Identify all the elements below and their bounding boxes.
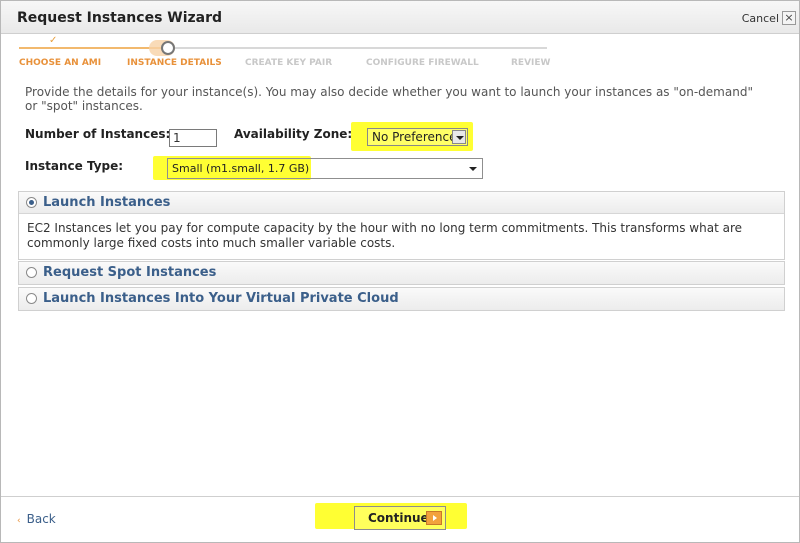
continue-label: Continue — [368, 511, 429, 525]
radio-launch-instances[interactable] — [26, 197, 37, 208]
instance-type-select[interactable]: Small (m1.small, 1.7 GB) — [167, 158, 483, 179]
instance-type-label: Instance Type: — [25, 159, 124, 173]
option-launch-into-vpc: Launch Instances Into Your Virtual Priva… — [18, 287, 785, 311]
option-header[interactable]: Launch Instances — [19, 192, 784, 214]
step-choose-ami: CHOOSE AN AMI — [19, 58, 102, 68]
dialog-title: Request Instances Wizard — [17, 10, 223, 26]
back-label: Back — [26, 512, 56, 526]
radio-request-spot-instances[interactable] — [26, 267, 37, 278]
step-review: REVIEW — [511, 58, 551, 68]
option-title: Request Spot Instances — [43, 265, 217, 280]
instance-type-value: Small (m1.small, 1.7 GB) — [172, 162, 310, 175]
step-complete-check-icon: ✓ — [49, 35, 58, 46]
option-title: Launch Instances Into Your Virtual Priva… — [43, 291, 399, 306]
step-create-key-pair: CREATE KEY PAIR — [245, 58, 333, 68]
title-bar: Request Instances Wizard Cancel × — [1, 1, 799, 34]
chevron-left-icon: ‹ — [17, 516, 21, 526]
availability-zone-select[interactable]: No Preference — [367, 128, 468, 146]
radio-launch-into-vpc[interactable] — [26, 293, 37, 304]
intro-text: Provide the details for your instance(s)… — [25, 85, 753, 113]
steps-progress-done — [19, 47, 169, 49]
chevron-down-icon[interactable] — [452, 130, 466, 144]
continue-button[interactable]: Continue — [354, 506, 446, 530]
steps-progress-remaining — [175, 47, 547, 49]
close-icon[interactable]: × — [782, 11, 796, 25]
chevron-down-icon[interactable] — [469, 167, 477, 171]
option-header[interactable]: Launch Instances Into Your Virtual Priva… — [19, 288, 784, 310]
cancel-link[interactable]: Cancel — [742, 12, 779, 25]
option-launch-instances: Launch Instances EC2 Instances let you p… — [18, 191, 785, 260]
option-header[interactable]: Request Spot Instances — [19, 262, 784, 284]
num-instances-label: Number of Instances: — [25, 127, 171, 141]
footer-divider — [1, 496, 799, 497]
back-link[interactable]: ‹ Back — [17, 512, 56, 526]
option-title: Launch Instances — [43, 195, 171, 210]
option-description: EC2 Instances let you pay for compute ca… — [19, 214, 784, 259]
step-instance-details: INSTANCE DETAILS — [127, 58, 222, 68]
num-instances-input[interactable]: 1 — [169, 129, 217, 147]
availability-zone-label: Availability Zone: — [234, 127, 353, 141]
option-request-spot-instances: Request Spot Instances — [18, 261, 785, 285]
wizard-dialog: Request Instances Wizard Cancel × ✓ CHOO… — [0, 0, 800, 543]
arrow-right-icon — [426, 511, 442, 525]
step-configure-firewall: CONFIGURE FIREWALL — [366, 58, 479, 68]
current-step-marker — [161, 41, 175, 55]
availability-zone-value: No Preference — [372, 130, 457, 144]
wizard-steps: ✓ CHOOSE AN AMI INSTANCE DETAILS CREATE … — [19, 34, 559, 74]
